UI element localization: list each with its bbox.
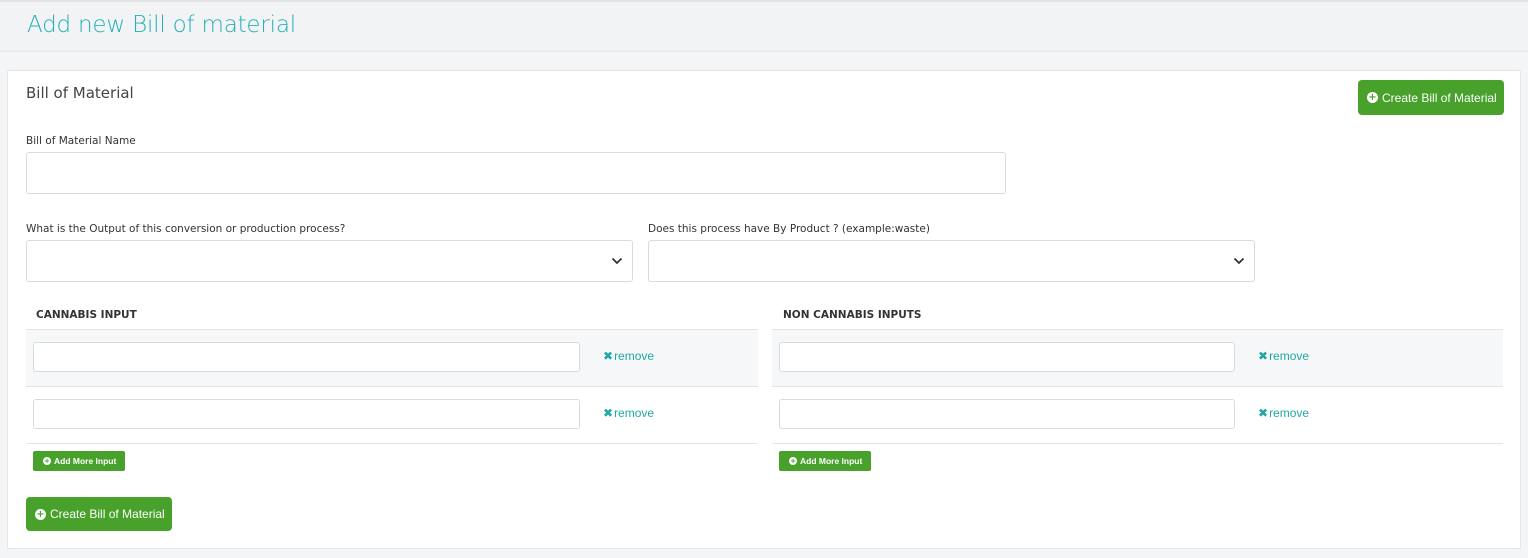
times-icon: ✖ xyxy=(1258,349,1269,363)
page-header: Add new Bill of material xyxy=(0,2,1528,52)
cannabis-input-select-1[interactable] xyxy=(33,342,580,372)
add-non-cannabis-input-button[interactable]: + Add More Input xyxy=(779,451,871,471)
bom-panel xyxy=(7,70,1521,549)
times-icon: ✖ xyxy=(603,349,614,363)
panel-title: Bill of Material xyxy=(26,84,134,102)
byproduct-select[interactable] xyxy=(648,240,1255,282)
plus-circle-icon: + xyxy=(789,457,797,465)
bom-name-label: Bill of Material Name xyxy=(26,135,136,147)
chevron-down-icon xyxy=(611,257,623,265)
remove-label: remove xyxy=(614,349,655,363)
create-bom-button-top[interactable]: + Create Bill of Material xyxy=(1358,80,1504,115)
remove-non-cannabis-input-1[interactable]: ✖ remove xyxy=(1258,349,1309,363)
output-label: What is the Output of this conversion or… xyxy=(26,223,346,235)
row-divider xyxy=(772,443,1503,444)
non-cannabis-input-select-1[interactable] xyxy=(779,342,1235,372)
chevron-down-icon xyxy=(1233,257,1245,265)
non-cannabis-inputs-header: NON CANNABIS INPUTS xyxy=(783,309,922,321)
add-more-input-label: Add More Input xyxy=(54,456,117,466)
remove-label: remove xyxy=(1269,406,1310,420)
create-bom-button-bottom[interactable]: + Create Bill of Material xyxy=(26,497,172,531)
create-bom-label: Create Bill of Material xyxy=(1382,90,1497,105)
remove-non-cannabis-input-2[interactable]: ✖ remove xyxy=(1258,406,1309,420)
remove-cannabis-input-1[interactable]: ✖ remove xyxy=(603,349,654,363)
remove-label: remove xyxy=(614,406,655,420)
non-cannabis-input-select-2[interactable] xyxy=(779,399,1235,429)
cannabis-input-select-2[interactable] xyxy=(33,399,580,429)
add-cannabis-input-button[interactable]: + Add More Input xyxy=(33,451,125,471)
remove-label: remove xyxy=(1269,349,1310,363)
remove-cannabis-input-2[interactable]: ✖ remove xyxy=(603,406,654,420)
page-title: Add new Bill of material xyxy=(27,12,296,38)
times-icon: ✖ xyxy=(1258,406,1269,420)
plus-circle-icon: + xyxy=(35,508,46,520)
plus-circle-icon: + xyxy=(43,457,51,465)
times-icon: ✖ xyxy=(603,406,614,420)
bom-name-input[interactable] xyxy=(26,152,1006,194)
output-select[interactable] xyxy=(26,240,633,282)
add-more-input-label: Add More Input xyxy=(800,456,863,466)
byproduct-label: Does this process have By Product ? (exa… xyxy=(648,223,930,235)
create-bom-label: Create Bill of Material xyxy=(50,507,165,521)
cannabis-input-header: CANNABIS INPUT xyxy=(36,309,137,321)
plus-circle-icon: + xyxy=(1367,92,1378,103)
row-divider xyxy=(26,443,758,444)
